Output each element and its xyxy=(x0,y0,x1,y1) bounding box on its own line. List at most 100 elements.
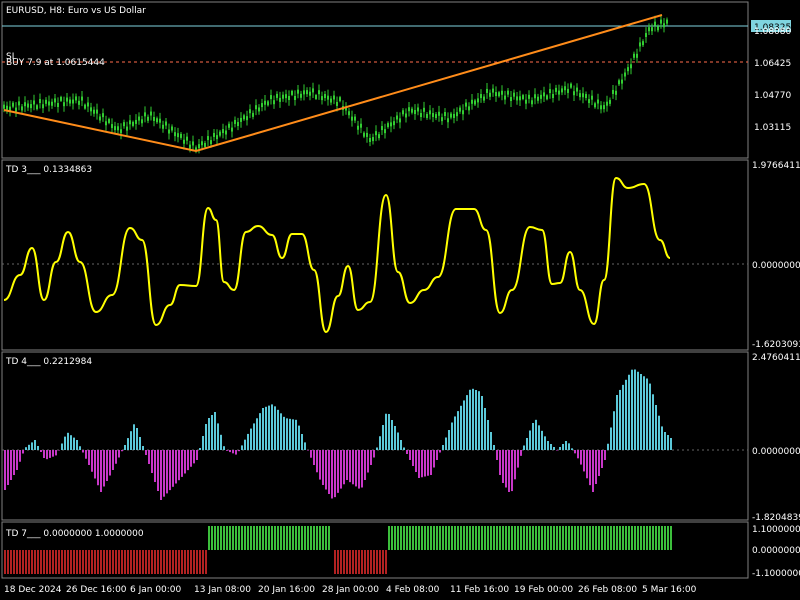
candle-body xyxy=(648,27,650,32)
td7-bar xyxy=(184,550,186,574)
td4-bar xyxy=(61,443,63,450)
candle-body xyxy=(558,90,560,95)
td7-bar xyxy=(367,550,369,574)
candle-body xyxy=(441,117,443,122)
candle-body xyxy=(660,19,662,24)
candle-body xyxy=(57,103,59,108)
candle-body xyxy=(420,113,422,118)
td7-bar xyxy=(562,526,564,550)
candle-body xyxy=(249,109,251,114)
chart-canvas[interactable]: EURUSD, H8: Euro vs US Dollar SL BUY 7.9… xyxy=(0,0,800,600)
td7-bar xyxy=(193,550,195,574)
candle-body xyxy=(30,104,32,109)
candle-body xyxy=(381,126,383,131)
td4-bar xyxy=(325,450,327,490)
time-axis-label: 11 Feb 16:00 xyxy=(450,585,509,595)
td4-bar xyxy=(247,433,249,450)
candle-body xyxy=(267,101,269,106)
candle-body xyxy=(450,113,452,118)
td4-bar xyxy=(115,450,117,464)
time-axis-label: 5 Mar 16:00 xyxy=(642,585,697,595)
candle-body xyxy=(327,95,329,100)
candle-body xyxy=(516,96,518,101)
td7-bar xyxy=(487,526,489,550)
candle-body xyxy=(339,97,341,102)
td4-bar xyxy=(469,389,471,450)
td7-bar xyxy=(457,526,459,550)
candle-body xyxy=(531,100,533,105)
td7-bar xyxy=(37,550,39,574)
candle-body xyxy=(375,131,377,136)
candle-body xyxy=(393,121,395,126)
candle-body xyxy=(189,144,191,149)
td7-bar xyxy=(544,526,546,550)
td4-bar xyxy=(424,450,426,477)
candle-body xyxy=(3,104,5,109)
td4-bar xyxy=(448,430,450,450)
td7-bar xyxy=(325,526,327,550)
td7-bar xyxy=(463,526,465,550)
candle-body xyxy=(147,116,149,121)
td4-bar xyxy=(379,436,381,450)
candle-body xyxy=(144,112,146,117)
td4-bar xyxy=(55,450,57,456)
candle-body xyxy=(390,122,392,127)
td7-bar xyxy=(607,526,609,550)
td4-bar xyxy=(409,450,411,460)
td7-bar xyxy=(604,526,606,550)
td7-bar xyxy=(631,526,633,550)
td4-bar xyxy=(496,450,498,460)
candle-body xyxy=(642,41,644,46)
td7-bar xyxy=(589,526,591,550)
candle-body xyxy=(66,97,68,102)
td4-indicator-panel[interactable]: TD 4___ 0.2212984 2.4760411 0.0000000 -1… xyxy=(1,351,800,523)
td7-bar xyxy=(499,526,501,550)
td4-scale-mid: 0.0000000 xyxy=(752,447,800,457)
time-axis-label: 4 Feb 08:00 xyxy=(386,585,440,595)
td7-bar xyxy=(157,550,159,574)
td4-bar xyxy=(307,450,309,451)
td4-bar xyxy=(244,439,246,450)
td4-bar xyxy=(127,438,129,450)
td4-bar xyxy=(601,450,603,468)
td4-bar xyxy=(484,408,486,450)
candle-body xyxy=(372,137,374,142)
candle-body xyxy=(6,105,8,110)
td4-bar xyxy=(106,450,108,481)
td4-bar xyxy=(136,428,138,450)
td7-bar xyxy=(328,526,330,550)
td7-bar xyxy=(478,526,480,550)
candle-body xyxy=(432,113,434,118)
td7-bar xyxy=(490,526,492,550)
td7-bar xyxy=(586,526,588,550)
td7-bar xyxy=(646,526,648,550)
td7-bar xyxy=(211,526,213,550)
td4-bar xyxy=(265,406,267,450)
td7-bar xyxy=(391,526,393,550)
trendline[interactable] xyxy=(3,14,663,153)
td4-bar xyxy=(187,450,189,471)
td4-bar xyxy=(280,413,282,450)
td7-bar xyxy=(265,526,267,550)
td7-bar xyxy=(532,526,534,550)
td7-bar xyxy=(652,526,654,550)
main-price-panel[interactable]: EURUSD, H8: Euro vs US Dollar SL BUY 7.9… xyxy=(1,1,791,159)
td4-bar xyxy=(178,450,180,481)
td7-bar xyxy=(337,550,339,574)
candle-body xyxy=(633,53,635,58)
candle-body xyxy=(504,95,506,100)
td4-bar xyxy=(385,413,387,450)
td7-bar xyxy=(319,526,321,550)
td7-bar xyxy=(181,550,183,574)
candle-body xyxy=(135,119,137,124)
td7-bar xyxy=(139,550,141,574)
td4-bar xyxy=(418,450,420,478)
td3-indicator-panel[interactable]: TD 3___ 0.1334863 1.9766411 0.0000000 -1… xyxy=(1,159,800,351)
candle-body xyxy=(150,111,152,116)
candle-body xyxy=(105,121,107,126)
td4-bar xyxy=(298,425,300,450)
td7-bar xyxy=(514,526,516,550)
td7-bar xyxy=(118,550,120,574)
td7-indicator-panel[interactable]: TD 7___ 0.0000000 1.0000000 1.1000000 0.… xyxy=(1,521,800,579)
td4-bar xyxy=(631,369,633,450)
